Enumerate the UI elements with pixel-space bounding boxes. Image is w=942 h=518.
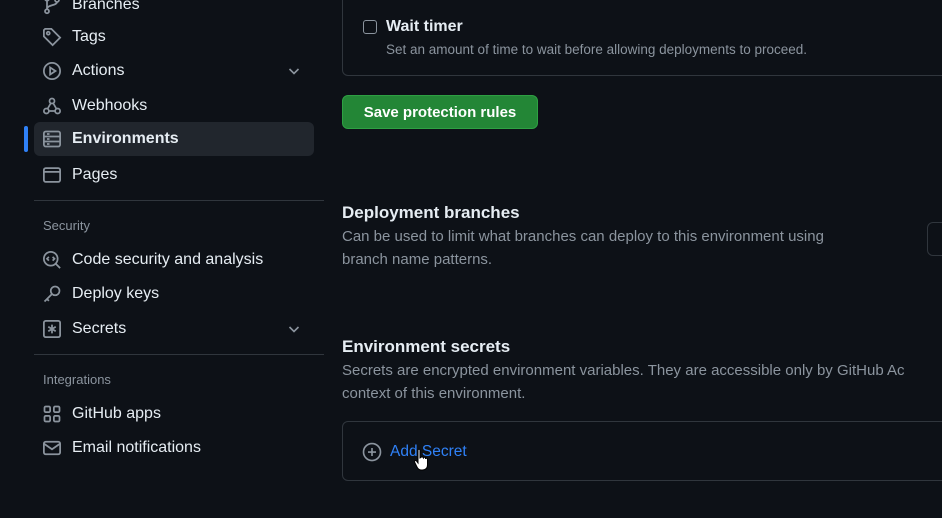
branch-icon (41, 0, 63, 16)
server-icon (41, 128, 63, 150)
sidebar-item-label: Secrets (72, 320, 127, 337)
sidebar-divider (34, 354, 324, 355)
save-protection-rules-button[interactable]: Save protection rules (342, 95, 538, 129)
hand-cursor-icon (413, 448, 428, 471)
sidebar-item-secrets[interactable]: Secrets (34, 312, 314, 346)
deployment-branches-title: Deployment branches (342, 203, 520, 222)
key-icon (41, 283, 63, 305)
security-heading: Security (43, 218, 90, 233)
sidebar-item-code-security[interactable]: Code security and analysis (34, 243, 314, 277)
tag-icon (41, 26, 63, 48)
webhook-icon (41, 95, 63, 117)
sidebar-item-tags[interactable]: Tags (34, 20, 314, 54)
mail-icon (41, 437, 63, 459)
environment-secrets-description-line1: Secrets are encrypted environment variab… (342, 362, 905, 379)
sidebar-item-label: GitHub apps (72, 405, 161, 422)
wait-timer-description: Set an amount of time to wait before all… (386, 42, 807, 57)
sidebar-item-branches[interactable]: Branches (34, 0, 314, 22)
sidebar-item-deploy-keys[interactable]: Deploy keys (34, 277, 314, 311)
sidebar-divider (34, 200, 324, 201)
sidebar-item-pages[interactable]: Pages (34, 158, 314, 192)
sidebar-item-label: Email notifications (72, 439, 201, 456)
wait-timer-checkbox[interactable] (363, 20, 377, 34)
chevron-down-icon[interactable] (286, 321, 302, 337)
environment-secrets-card: Add Secret (342, 421, 942, 481)
sidebar-item-label: Tags (72, 28, 106, 45)
environment-settings: Wait timer Set an amount of time to wait… (324, 0, 942, 518)
asterisk-icon (41, 318, 63, 340)
plus-circle-icon (362, 442, 382, 462)
sidebar-item-email-notifications[interactable]: Email notifications (34, 431, 314, 465)
codescan-icon (41, 249, 63, 271)
integrations-heading: Integrations (43, 372, 111, 387)
sidebar-item-label: Environments (72, 130, 179, 147)
deployment-branches-description-line2: branch name patterns. (342, 251, 493, 268)
environment-secrets-title: Environment secrets (342, 337, 511, 356)
environment-secrets-description-line2: context of this environment. (342, 385, 526, 402)
chevron-down-icon[interactable] (286, 63, 302, 79)
play-icon (41, 60, 63, 82)
sidebar-item-label: Deploy keys (72, 285, 160, 302)
deployment-branches-dropdown[interactable] (927, 222, 942, 256)
browser-icon (41, 164, 63, 186)
wait-timer-title: Wait timer (386, 18, 463, 35)
sidebar-item-label: Branches (72, 0, 140, 13)
wait-timer-card: Wait timer Set an amount of time to wait… (342, 0, 942, 76)
sidebar-item-label: Code security and analysis (72, 251, 264, 268)
sidebar-item-environments[interactable]: Environments (34, 122, 314, 156)
sidebar-item-label: Webhooks (72, 97, 148, 114)
sidebar-item-webhooks[interactable]: Webhooks (34, 89, 314, 123)
sidebar-item-actions[interactable]: Actions (34, 54, 314, 88)
sidebar-item-label: Actions (72, 62, 125, 79)
deployment-branches-description-line1: Can be used to limit what branches can d… (342, 228, 824, 245)
apps-icon (41, 403, 63, 425)
sidebar-item-label: Pages (72, 166, 118, 183)
settings-sidebar: Branches Tags Actions Webhooks Environme… (0, 0, 324, 518)
sidebar-item-github-apps[interactable]: GitHub apps (34, 397, 314, 431)
active-indicator (24, 126, 28, 152)
